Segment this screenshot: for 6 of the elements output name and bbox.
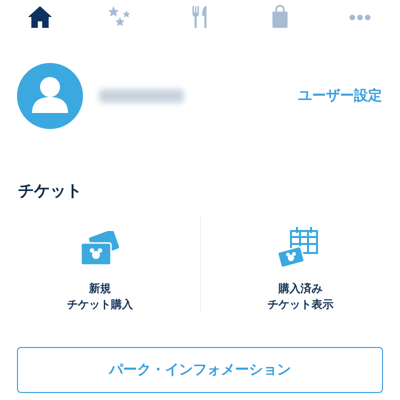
ticket-menu-item[interactable]: 購入済み チケット表示 bbox=[200, 217, 400, 313]
home-icon bbox=[27, 4, 53, 30]
avatar-icon bbox=[17, 63, 83, 129]
ticket-menu-item[interactable]: 新規 チケット購入 bbox=[0, 217, 200, 313]
section-heading: チケット bbox=[18, 181, 83, 201]
more-icon bbox=[347, 12, 373, 22]
